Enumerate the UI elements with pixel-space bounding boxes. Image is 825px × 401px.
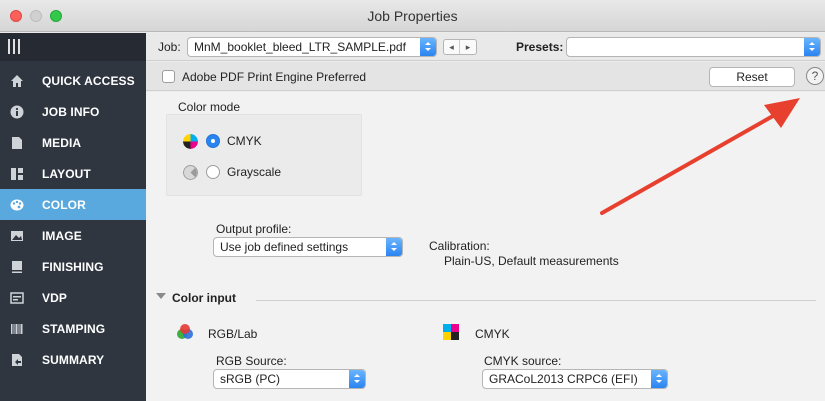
sidebar-item-label: COLOR xyxy=(42,197,86,212)
sidebar-item-summary[interactable]: SUMMARY xyxy=(0,344,146,375)
grayscale-label: Grayscale xyxy=(227,165,282,179)
cmyk-label: CMYK xyxy=(227,134,262,148)
sidebar-item-label: SUMMARY xyxy=(42,352,105,367)
rgb-source-select[interactable]: sRGB (PC) xyxy=(213,369,366,389)
calibration-label: Calibration: xyxy=(429,239,490,253)
job-select[interactable]: MnM_booklet_bleed_LTR_SAMPLE.pdf xyxy=(187,37,437,57)
sidebar-item-label: FINISHING xyxy=(42,259,104,274)
job-properties-window: Job Properties QUICK ACCESS JOB INFO MED… xyxy=(0,0,825,401)
home-icon xyxy=(11,74,23,87)
rgb-source-value: sRGB (PC) xyxy=(220,372,280,386)
sidebar-item-label: VDP xyxy=(42,290,67,305)
presets-select[interactable] xyxy=(566,37,821,57)
next-job-button[interactable]: ▸ xyxy=(460,40,476,54)
sidebar-item-label: QUICK ACCESS xyxy=(42,73,135,88)
sidebar-item-finishing[interactable]: FINISHING xyxy=(0,251,146,282)
sidebar-item-image[interactable]: IMAGE xyxy=(0,220,146,251)
cmyk-source-select[interactable]: GRACoL2013 CRPC6 (EFI) xyxy=(482,369,668,389)
sidebar-item-quick-access[interactable]: QUICK ACCESS xyxy=(0,65,146,96)
job-select-value: MnM_booklet_bleed_LTR_SAMPLE.pdf xyxy=(194,40,406,54)
job-nav-arrows: ◂ ▸ xyxy=(443,39,477,55)
layout-icon xyxy=(11,167,23,180)
section-divider xyxy=(256,300,816,301)
sidebar-item-media[interactable]: MEDIA xyxy=(0,127,146,158)
cmyk-radio[interactable] xyxy=(206,134,220,148)
calibration-value: Plain-US, Default measurements xyxy=(444,254,619,268)
cmyk-source-value: GRACoL2013 CRPC6 (EFI) xyxy=(489,372,638,386)
job-label: Job: xyxy=(158,40,181,54)
rgb-circles-icon xyxy=(177,324,193,339)
cmyk-source-label: CMYK source: xyxy=(484,354,562,368)
sidebar-item-job-info[interactable]: JOB INFO xyxy=(0,96,146,127)
color-input-title: Color input xyxy=(172,291,236,305)
chevron-updown-icon xyxy=(804,38,820,56)
sidebar-header xyxy=(0,33,146,61)
options-bar: Adobe PDF Print Engine Preferred Reset ? xyxy=(146,62,825,91)
barcode-icon xyxy=(11,323,23,334)
color-mode-title: Color mode xyxy=(178,100,241,114)
window-title: Job Properties xyxy=(367,8,458,24)
color-panel: Color mode CMYK Grayscale Output profile… xyxy=(146,92,825,401)
sidebar-item-label: JOB INFO xyxy=(42,104,100,119)
palette-icon xyxy=(10,199,24,210)
sidebar: QUICK ACCESS JOB INFO MEDIA LAYOUT COLOR… xyxy=(0,33,146,401)
cmyk-squares-icon xyxy=(443,324,459,340)
grayscale-radio[interactable] xyxy=(206,165,220,179)
sidebar-item-label: STAMPING xyxy=(42,321,106,336)
title-bar: Job Properties xyxy=(0,0,825,32)
pdf-engine-checkbox[interactable] xyxy=(162,70,175,83)
presets-label: Presets: xyxy=(516,40,564,54)
sidebar-item-label: LAYOUT xyxy=(42,166,91,181)
rgb-lab-title: RGB/Lab xyxy=(208,327,258,341)
cmyk-input-title: CMYK xyxy=(475,327,510,341)
output-profile-select[interactable]: Use job defined settings xyxy=(213,237,403,257)
color-mode-group: CMYK Grayscale xyxy=(166,114,362,196)
cmyk-wheel-icon xyxy=(183,134,198,149)
disclosure-triangle-icon[interactable] xyxy=(156,293,166,299)
grayscale-wheel-icon xyxy=(183,165,198,180)
output-profile-label: Output profile: xyxy=(216,222,292,236)
sidebar-item-vdp[interactable]: VDP xyxy=(0,282,146,313)
vdp-icon xyxy=(10,291,24,304)
summary-icon xyxy=(12,353,22,366)
job-toolbar: Job: MnM_booklet_bleed_LTR_SAMPLE.pdf ◂ … xyxy=(146,33,825,61)
chevron-updown-icon xyxy=(420,38,436,56)
sidebar-item-stamping[interactable]: STAMPING xyxy=(0,313,146,344)
rgb-source-label: RGB Source: xyxy=(216,354,287,368)
info-icon xyxy=(10,105,24,118)
help-icon[interactable]: ? xyxy=(806,67,824,85)
chevron-updown-icon xyxy=(349,370,365,388)
sidebar-item-layout[interactable]: LAYOUT xyxy=(0,158,146,189)
sidebar-item-label: IMAGE xyxy=(42,228,82,243)
image-icon xyxy=(11,230,23,241)
prev-job-button[interactable]: ◂ xyxy=(444,40,460,54)
chevron-updown-icon xyxy=(386,238,402,256)
sidebar-item-color[interactable]: COLOR xyxy=(0,189,146,220)
sidebar-item-label: MEDIA xyxy=(42,135,82,150)
pdf-engine-label: Adobe PDF Print Engine Preferred xyxy=(182,70,367,84)
chevron-updown-icon xyxy=(651,370,667,388)
page-icon xyxy=(12,136,22,149)
sidebar-toggle-icon[interactable] xyxy=(8,39,20,54)
finishing-icon xyxy=(12,260,22,273)
reset-button[interactable]: Reset xyxy=(709,67,795,87)
output-profile-value: Use job defined settings xyxy=(220,240,349,254)
